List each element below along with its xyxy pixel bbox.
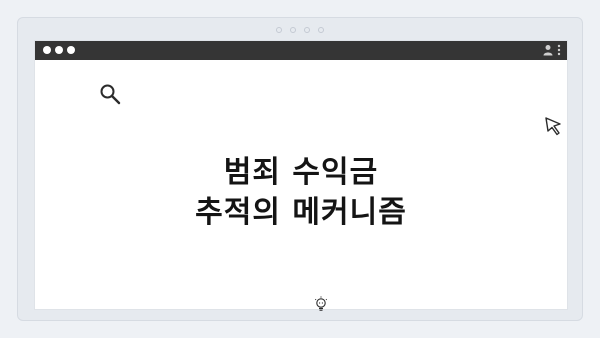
- dot-icon: [318, 27, 324, 33]
- lightbulb-icon: [314, 296, 328, 316]
- three-dots-icon[interactable]: [43, 46, 75, 54]
- window-dot: [55, 46, 63, 54]
- dot-icon: [290, 27, 296, 33]
- title-line-2: 추적의 메커니즘: [195, 195, 407, 230]
- browser-window: 범죄 수익금 추적의 메커니즘: [34, 40, 568, 311]
- dot-icon: [276, 27, 282, 33]
- frame-outer: 범죄 수익금 추적의 메커니즘: [17, 17, 583, 321]
- top-dots-decoration: [276, 27, 324, 33]
- titlebar-actions: [543, 44, 561, 56]
- vertical-menu-icon[interactable]: [557, 44, 561, 56]
- cursor-icon: [544, 116, 564, 140]
- search-icon[interactable]: [99, 83, 121, 109]
- user-icon[interactable]: [543, 44, 553, 56]
- window-dot: [67, 46, 75, 54]
- window-dot: [43, 46, 51, 54]
- page-title: 범죄 수익금 추적의 메커니즘: [35, 153, 567, 233]
- dot-icon: [304, 27, 310, 33]
- title-line-1: 범죄 수익금: [223, 155, 379, 190]
- browser-titlebar: [35, 41, 567, 60]
